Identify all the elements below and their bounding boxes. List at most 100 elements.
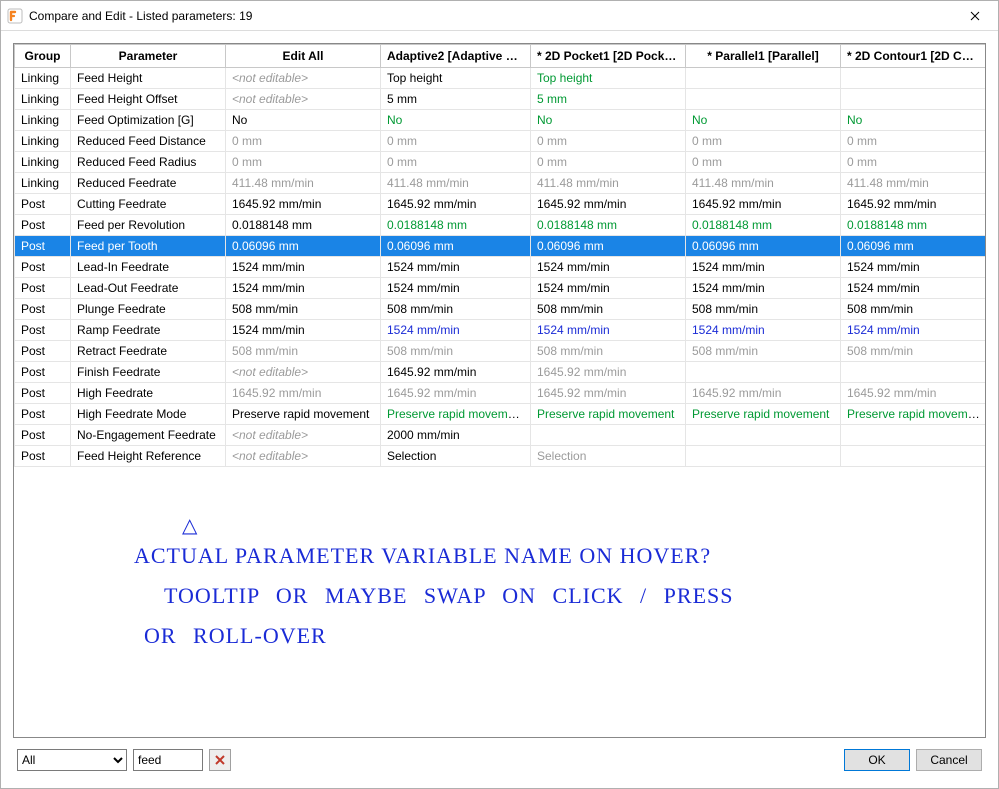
cell-value[interactable]: 1524 mm/min [381,257,531,278]
cell-value[interactable]: 508 mm/min [531,341,686,362]
cell-value[interactable]: No [381,110,531,131]
clear-search-button[interactable] [209,749,231,771]
cell-value[interactable]: 0 mm [381,152,531,173]
cell-value[interactable]: 1524 mm/min [226,320,381,341]
table-row[interactable]: PostNo-Engagement Feedrate<not editable>… [15,425,987,446]
table-row[interactable]: PostLead-Out Feedrate1524 mm/min1524 mm/… [15,278,987,299]
cell-value[interactable]: 1524 mm/min [531,278,686,299]
search-input[interactable] [133,749,203,771]
cell-value[interactable]: 411.48 mm/min [531,173,686,194]
cell-value[interactable]: <not editable> [226,89,381,110]
cell-value[interactable]: 1645.92 mm/min [381,362,531,383]
table-row[interactable]: LinkingFeed Height Offset<not editable>5… [15,89,987,110]
cell-value[interactable]: 1524 mm/min [686,320,841,341]
table-row[interactable]: PostPlunge Feedrate508 mm/min508 mm/min5… [15,299,987,320]
cell-value[interactable]: 1524 mm/min [686,278,841,299]
table-row[interactable]: PostFeed per Revolution0.0188148 mm0.018… [15,215,987,236]
cell-value[interactable]: 508 mm/min [381,299,531,320]
cell-value[interactable]: 1645.92 mm/min [531,194,686,215]
column-header[interactable]: Adaptive2 [Adaptive Clearing] [381,45,531,68]
cell-value[interactable]: 0.06096 mm [686,236,841,257]
cell-value[interactable]: 1645.92 mm/min [226,383,381,404]
cell-value[interactable]: 508 mm/min [841,299,987,320]
table-row[interactable]: PostRetract Feedrate508 mm/min508 mm/min… [15,341,987,362]
cell-value[interactable]: 508 mm/min [841,341,987,362]
cell-value[interactable]: No [226,110,381,131]
cell-value[interactable]: 1645.92 mm/min [531,362,686,383]
cell-value[interactable] [686,68,841,89]
cell-value[interactable]: 0.0188148 mm [531,215,686,236]
cell-value[interactable]: Preserve rapid movement [381,404,531,425]
cell-value[interactable]: 1524 mm/min [686,257,841,278]
cell-value[interactable] [841,362,987,383]
column-header[interactable]: Edit All [226,45,381,68]
cell-value[interactable]: 1524 mm/min [381,320,531,341]
column-header[interactable]: * 2D Contour1 [2D Contour] [841,45,987,68]
cell-value[interactable]: 508 mm/min [226,341,381,362]
cell-value[interactable]: Top height [531,68,686,89]
cell-value[interactable]: 0.06096 mm [841,236,987,257]
cell-value[interactable]: 1645.92 mm/min [381,383,531,404]
cell-value[interactable]: 0.0188148 mm [841,215,987,236]
cell-value[interactable]: 508 mm/min [686,341,841,362]
cell-value[interactable]: 0.06096 mm [531,236,686,257]
group-filter-select[interactable]: All [17,749,127,771]
cell-value[interactable]: 0 mm [841,131,987,152]
cell-value[interactable]: Preserve rapid movement [841,404,987,425]
cell-value[interactable]: <not editable> [226,362,381,383]
cell-value[interactable] [841,68,987,89]
cell-value[interactable]: 508 mm/min [686,299,841,320]
table-row[interactable]: PostFeed per Tooth0.06096 mm0.06096 mm0.… [15,236,987,257]
cell-value[interactable]: 0.0188148 mm [381,215,531,236]
table-row[interactable]: PostFeed Height Reference<not editable>S… [15,446,987,467]
cell-value[interactable]: No [841,110,987,131]
cell-value[interactable]: 1524 mm/min [841,278,987,299]
table-row[interactable]: PostCutting Feedrate1645.92 mm/min1645.9… [15,194,987,215]
cell-value[interactable] [531,425,686,446]
cell-value[interactable]: 0 mm [841,152,987,173]
cell-value[interactable] [841,425,987,446]
cell-value[interactable]: No [686,110,841,131]
cell-value[interactable]: 0 mm [686,131,841,152]
column-header[interactable]: Parameter [71,45,226,68]
cell-value[interactable]: 1645.92 mm/min [226,194,381,215]
table-row[interactable]: PostRamp Feedrate1524 mm/min1524 mm/min1… [15,320,987,341]
table-row[interactable]: LinkingReduced Feed Radius0 mm0 mm0 mm0 … [15,152,987,173]
cell-value[interactable]: 1524 mm/min [226,278,381,299]
cell-value[interactable] [686,362,841,383]
cell-value[interactable]: 1645.92 mm/min [841,194,987,215]
cell-value[interactable]: Preserve rapid movement [686,404,841,425]
cell-value[interactable]: 1524 mm/min [226,257,381,278]
column-header[interactable]: * 2D Pocket1 [2D Pocket] [531,45,686,68]
cell-value[interactable]: 0 mm [226,152,381,173]
cell-value[interactable]: 508 mm/min [531,299,686,320]
cell-value[interactable]: 1645.92 mm/min [381,194,531,215]
cell-value[interactable]: 411.48 mm/min [381,173,531,194]
cell-value[interactable]: 1645.92 mm/min [686,383,841,404]
cell-value[interactable]: <not editable> [226,68,381,89]
cell-value[interactable]: 1645.92 mm/min [531,383,686,404]
cell-value[interactable]: Selection [531,446,686,467]
cell-value[interactable]: Preserve rapid movement [531,404,686,425]
cell-value[interactable]: 0 mm [686,152,841,173]
column-header[interactable]: Group [15,45,71,68]
cell-value[interactable]: 1524 mm/min [841,320,987,341]
cell-value[interactable]: <not editable> [226,446,381,467]
cell-value[interactable]: 0.0188148 mm [686,215,841,236]
cell-value[interactable]: 1524 mm/min [381,278,531,299]
cell-value[interactable]: 0.06096 mm [381,236,531,257]
cell-value[interactable]: 411.48 mm/min [226,173,381,194]
cell-value[interactable]: 508 mm/min [226,299,381,320]
cell-value[interactable]: 2000 mm/min [381,425,531,446]
cell-value[interactable] [841,89,987,110]
cell-value[interactable]: 5 mm [531,89,686,110]
cell-value[interactable]: Top height [381,68,531,89]
table-row[interactable]: PostHigh Feedrate1645.92 mm/min1645.92 m… [15,383,987,404]
cell-value[interactable]: <not editable> [226,425,381,446]
cell-value[interactable]: 1524 mm/min [531,320,686,341]
cell-value[interactable]: Selection [381,446,531,467]
table-row[interactable]: LinkingFeed Optimization [G]NoNoNoNoNo [15,110,987,131]
cell-value[interactable]: 0.06096 mm [226,236,381,257]
cell-value[interactable]: 0.0188148 mm [226,215,381,236]
table-row[interactable]: PostFinish Feedrate<not editable>1645.92… [15,362,987,383]
